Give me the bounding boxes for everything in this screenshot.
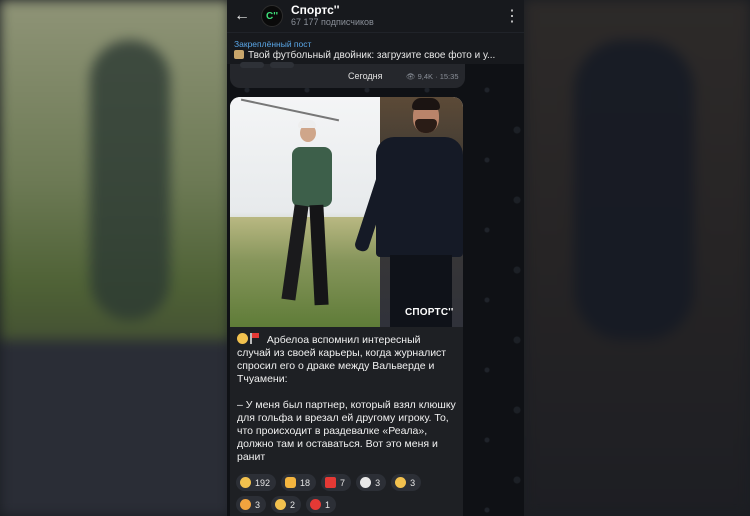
views-time-text: 9,4K · 15:35: [417, 72, 459, 81]
post-text-line1: Арбелоа вспомнил интересный случай из св…: [237, 334, 447, 385]
heart-eyes-icon: [275, 499, 287, 510]
golf-club: [240, 98, 340, 122]
pinned-text: Твой футбольный двойник: загрузите свое …: [234, 49, 519, 62]
reaction-party-face[interactable]: 3: [236, 496, 267, 513]
post-photo[interactable]: СПОРТС'': [230, 97, 463, 327]
blurred-figure: [574, 40, 694, 340]
post-paragraph-1: Арбелоа вспомнил интересный случай из св…: [237, 333, 456, 386]
reaction-chip[interactable]: [270, 62, 294, 68]
channel-post: СПОРТС'' Арбелоа вспомнил интересный слу…: [230, 97, 463, 516]
reaction-skull[interactable]: 3: [356, 474, 387, 491]
reaction-count: 7: [340, 477, 346, 488]
reaction-chip[interactable]: [240, 62, 264, 68]
reaction-smiling-face-hearts[interactable]: 192: [236, 474, 277, 491]
smiling-face-hearts-icon: [240, 477, 251, 488]
reaction-count: 1: [325, 499, 331, 510]
reaction-count: 18: [300, 477, 311, 488]
party-face-icon: [240, 499, 251, 510]
skull-icon: [360, 477, 372, 488]
post-paragraph-2: – У меня был партнер, который взял клюшк…: [237, 399, 456, 463]
back-arrow-icon[interactable]: ←: [229, 0, 255, 32]
picture-icon: [234, 50, 244, 59]
channel-info[interactable]: Спортс'' 67 177 подписчиков: [291, 4, 500, 28]
blurred-caption: [0, 340, 230, 516]
blurred-background-left: [0, 0, 230, 516]
pinned-title: Закреплённый пост: [234, 39, 312, 49]
reaction-count: 3: [410, 477, 416, 488]
reaction-count: 3: [375, 477, 381, 488]
channel-avatar[interactable]: С'': [261, 5, 283, 27]
reactions-bar: 192 18 7 3 3 3 2 1: [236, 474, 461, 516]
golfer-vest: [292, 147, 332, 207]
golfer-cap: [298, 120, 316, 128]
channel-header: ← С'' Спортс'' 67 177 подписчиков ⋮: [227, 0, 524, 32]
reaction-count: 2: [290, 499, 296, 510]
blurred-background-right: [524, 0, 750, 516]
reaction-red-heart[interactable]: 1: [306, 496, 337, 513]
telegram-channel-view: ← С'' Спортс'' 67 177 подписчиков ⋮ Закр…: [227, 0, 524, 516]
channel-name: Спортс'': [291, 3, 340, 17]
reactions-row-2: 3 2 1: [236, 496, 461, 513]
reaction-count: 3: [255, 499, 261, 510]
pinned-message-bar[interactable]: Закреплённый пост Твой футбольный двойни…: [227, 32, 524, 64]
post-text: Арбелоа вспомнил интересный случай из св…: [230, 327, 463, 464]
eye-icon: 👁: [406, 72, 416, 81]
reaction-hundred[interactable]: 7: [321, 474, 352, 491]
blurred-figure: [90, 40, 170, 320]
sports-watermark: СПОРТС'': [405, 307, 454, 318]
date-separator: Сегодня: [348, 71, 383, 81]
pinned-text-value: Твой футбольный двойник: загрузите свое …: [248, 50, 496, 61]
man-hair: [412, 98, 440, 110]
views-and-time: 👁 9,4K · 15:35: [406, 72, 459, 81]
grimace-face-icon: [237, 333, 248, 344]
man-shirt: [376, 137, 463, 257]
grimace-face-icon: [395, 477, 407, 488]
more-menu-icon[interactable]: ⋮: [500, 6, 524, 26]
thumbs-up-icon: [285, 477, 297, 488]
previous-message-footer: Сегодня 👁 9,4K · 15:35: [230, 62, 465, 88]
screen: ← С'' Спортс'' 67 177 подписчиков ⋮ Закр…: [0, 0, 750, 516]
red-heart-icon: [310, 499, 322, 510]
reaction-count: 192: [255, 477, 271, 488]
reaction-grimace-face[interactable]: 3: [391, 474, 422, 491]
reaction-heart-eyes[interactable]: 2: [271, 496, 302, 513]
golf-flag-icon: [250, 333, 262, 344]
subscriber-count: 67 177 подписчиков: [291, 17, 374, 27]
reactions-row-1: 192 18 7 3 3: [236, 474, 461, 491]
golfer-photo: [230, 97, 380, 327]
reaction-thumbs-up[interactable]: 18: [281, 474, 317, 491]
hundred-icon: [325, 477, 337, 488]
